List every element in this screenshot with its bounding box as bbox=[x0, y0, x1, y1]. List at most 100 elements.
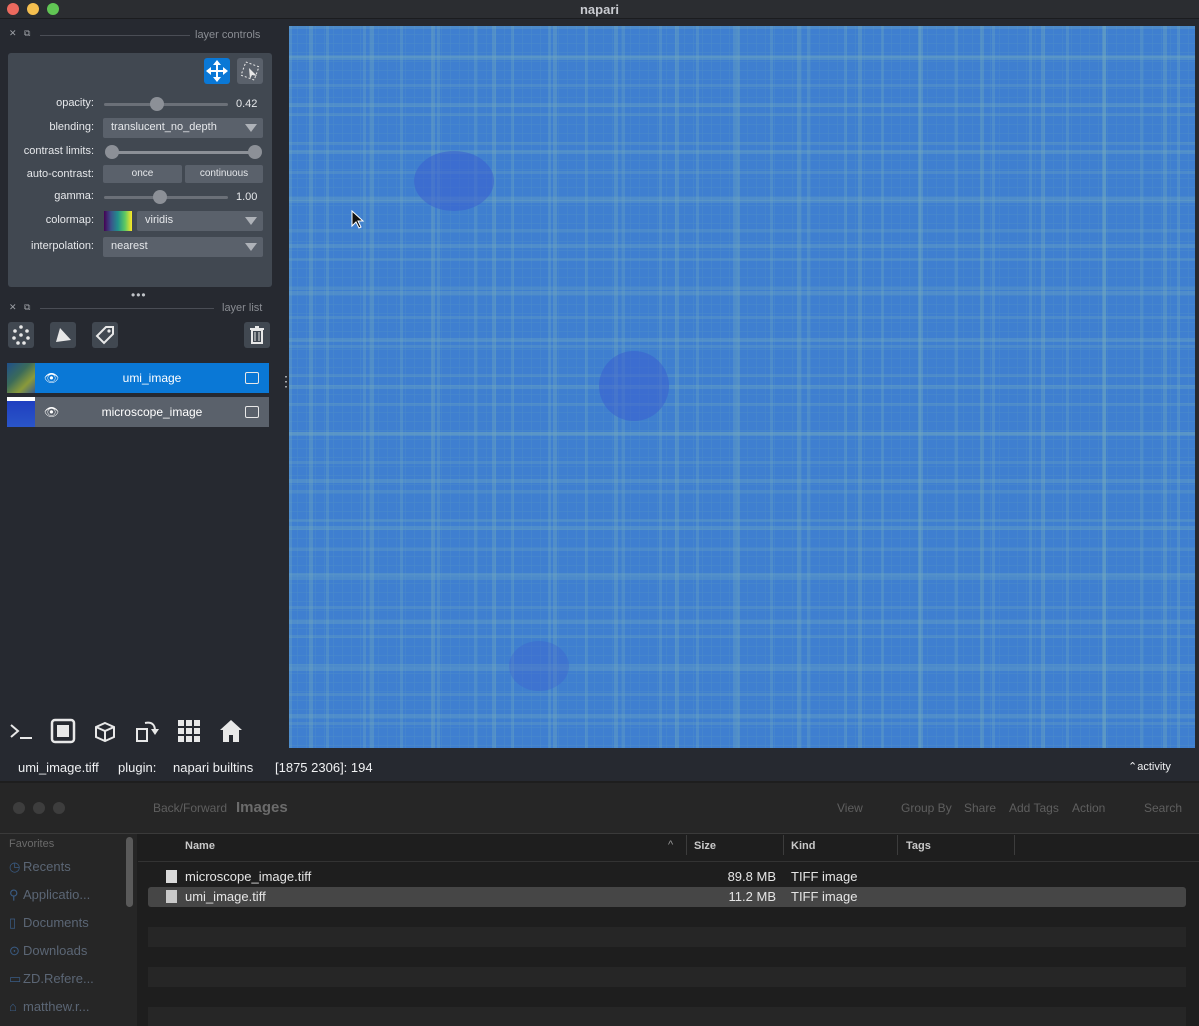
image-canvas[interactable] bbox=[289, 26, 1195, 748]
activity-button[interactable]: ⌃activity bbox=[1128, 760, 1171, 773]
empty-row bbox=[148, 1007, 1186, 1026]
minimize-window-button[interactable] bbox=[33, 802, 45, 814]
layer-name[interactable]: umi_image bbox=[67, 371, 237, 385]
layer-controls-panel: opacity: 0.42 blending: translucent_no_d… bbox=[8, 53, 272, 287]
auto-contrast-label: auto-contrast: bbox=[26, 168, 94, 180]
contrast-max-handle[interactable] bbox=[248, 145, 262, 159]
image-layer-icon bbox=[245, 372, 259, 384]
sidebar-item-downloads[interactable]: ⊙ Downloads bbox=[9, 943, 87, 959]
search-button[interactable]: Search bbox=[1144, 801, 1182, 815]
ndisplay-icon bbox=[50, 718, 76, 744]
dock-divider bbox=[40, 308, 214, 309]
eye-icon[interactable]: 👁 bbox=[44, 405, 59, 419]
status-file: umi_image.tiff bbox=[18, 760, 99, 775]
transpose-icon bbox=[136, 721, 159, 742]
console-button[interactable] bbox=[7, 717, 35, 745]
sidebar-item-label: Downloads bbox=[23, 943, 88, 958]
opacity-value: 0.42 bbox=[236, 98, 258, 110]
home-icon bbox=[220, 720, 242, 742]
sidebar-item-applications[interactable]: ⚲ Applicatio... bbox=[9, 887, 90, 903]
cursor-icon bbox=[351, 210, 365, 229]
new-points-layer-button[interactable] bbox=[8, 322, 34, 348]
colormap-value: viridis bbox=[145, 214, 174, 226]
float-dock-icon[interactable]: ✕ bbox=[9, 302, 17, 313]
finder-title: Images bbox=[236, 799, 288, 816]
sidebar-scrollbar[interactable] bbox=[126, 837, 133, 907]
group-by-button[interactable]: Group By bbox=[901, 801, 952, 815]
new-shapes-layer-button[interactable] bbox=[50, 322, 76, 348]
add-tags-button[interactable]: Add Tags bbox=[1009, 801, 1059, 815]
file-name: microscope_image.tiff bbox=[185, 869, 312, 884]
move-mode-button[interactable] bbox=[204, 58, 230, 84]
undock-icon[interactable]: ⧉ bbox=[24, 302, 30, 313]
file-row[interactable]: microscope_image.tiff 89.8 MB TIFF image bbox=[148, 867, 1186, 887]
sidebar-item-label: Applicatio... bbox=[23, 887, 91, 902]
grid-icon bbox=[178, 720, 200, 742]
delete-layer-button[interactable] bbox=[244, 322, 270, 348]
grid-button[interactable] bbox=[175, 717, 203, 745]
file-kind: TIFF image bbox=[791, 869, 858, 884]
float-dock-icon[interactable]: ✕ bbox=[9, 28, 17, 39]
column-divider bbox=[686, 835, 687, 855]
ndisplay-button[interactable] bbox=[49, 717, 77, 745]
trash-icon bbox=[250, 326, 264, 344]
chevron-down-icon bbox=[245, 124, 257, 132]
chevron-up-icon: ⌃ bbox=[1128, 761, 1138, 773]
blending-label: blending: bbox=[49, 121, 94, 133]
sidebar-item-recents[interactable]: ◷ Recents bbox=[9, 859, 71, 875]
colormap-swatch bbox=[104, 211, 132, 231]
finder-toolbar: Back/Forward Images View Group By Share … bbox=[0, 783, 1199, 834]
sidebar-item-label: matthew.r... bbox=[23, 999, 90, 1014]
column-divider bbox=[1014, 835, 1015, 855]
column-header-size[interactable]: Size bbox=[694, 840, 716, 852]
share-button[interactable]: Share bbox=[964, 801, 996, 815]
tiff-file-icon bbox=[166, 870, 177, 883]
layer-row-umi-image[interactable]: 👁 umi_image bbox=[7, 363, 269, 393]
column-header-name[interactable]: Name bbox=[185, 840, 215, 852]
layer-row-microscope-image[interactable]: 👁 microscope_image bbox=[7, 397, 269, 427]
transform-mode-button[interactable] bbox=[237, 58, 263, 84]
splitter-handle[interactable]: ••• bbox=[131, 288, 147, 302]
contrast-limits-slider[interactable] bbox=[112, 151, 256, 154]
status-plugin: napari builtins bbox=[173, 760, 254, 775]
close-window-button[interactable] bbox=[13, 802, 25, 814]
new-labels-layer-button[interactable] bbox=[92, 322, 118, 348]
console-icon bbox=[10, 724, 32, 739]
gamma-slider-handle[interactable] bbox=[153, 190, 167, 204]
home-button[interactable] bbox=[217, 717, 245, 745]
layer-name[interactable]: microscope_image bbox=[67, 405, 237, 419]
auto-contrast-once-button[interactable]: once bbox=[103, 165, 182, 183]
auto-contrast-continuous-button[interactable]: continuous bbox=[185, 165, 263, 183]
column-divider bbox=[783, 835, 784, 855]
transpose-button[interactable] bbox=[133, 717, 161, 745]
blending-dropdown[interactable]: translucent_no_depth bbox=[103, 118, 263, 138]
layer-list-header: layer list bbox=[222, 302, 263, 314]
file-row-selected[interactable]: umi_image.tiff 11.2 MB TIFF image bbox=[148, 887, 1186, 907]
chevron-down-icon bbox=[245, 243, 257, 251]
back-forward-button[interactable]: Back/Forward bbox=[153, 801, 227, 815]
colormap-label: colormap: bbox=[45, 214, 94, 226]
undock-icon[interactable]: ⧉ bbox=[24, 28, 30, 39]
contrast-min-handle[interactable] bbox=[105, 145, 119, 159]
opacity-slider[interactable] bbox=[104, 103, 228, 106]
eye-icon[interactable]: 👁 bbox=[44, 371, 59, 385]
layer-controls-header: layer controls bbox=[195, 29, 261, 41]
gamma-label: gamma: bbox=[54, 190, 94, 202]
colormap-dropdown[interactable]: viridis bbox=[137, 211, 263, 231]
opacity-slider-handle[interactable] bbox=[150, 97, 164, 111]
column-header-kind[interactable]: Kind bbox=[791, 840, 815, 852]
document-icon: ▯ bbox=[9, 915, 17, 930]
sidebar-item-label: ZD.Refere... bbox=[23, 971, 94, 986]
sidebar-item-documents[interactable]: ▯ Documents bbox=[9, 915, 89, 931]
column-header-tags[interactable]: Tags bbox=[906, 840, 931, 852]
maximize-window-button[interactable] bbox=[53, 802, 65, 814]
sidebar-item-home[interactable]: ⌂ matthew.r... bbox=[9, 999, 89, 1014]
status-plugin-label: plugin: bbox=[118, 760, 157, 775]
labels-icon bbox=[95, 326, 114, 345]
action-button[interactable]: Action bbox=[1072, 801, 1105, 815]
roll-dims-button[interactable] bbox=[91, 717, 119, 745]
view-button[interactable]: View bbox=[837, 801, 863, 815]
sidebar-item-zd-reference[interactable]: ▭ ZD.Refere... bbox=[9, 971, 94, 987]
interpolation-dropdown[interactable]: nearest bbox=[103, 237, 263, 257]
status-bar: umi_image.tiff plugin: napari builtins [… bbox=[0, 756, 1199, 780]
